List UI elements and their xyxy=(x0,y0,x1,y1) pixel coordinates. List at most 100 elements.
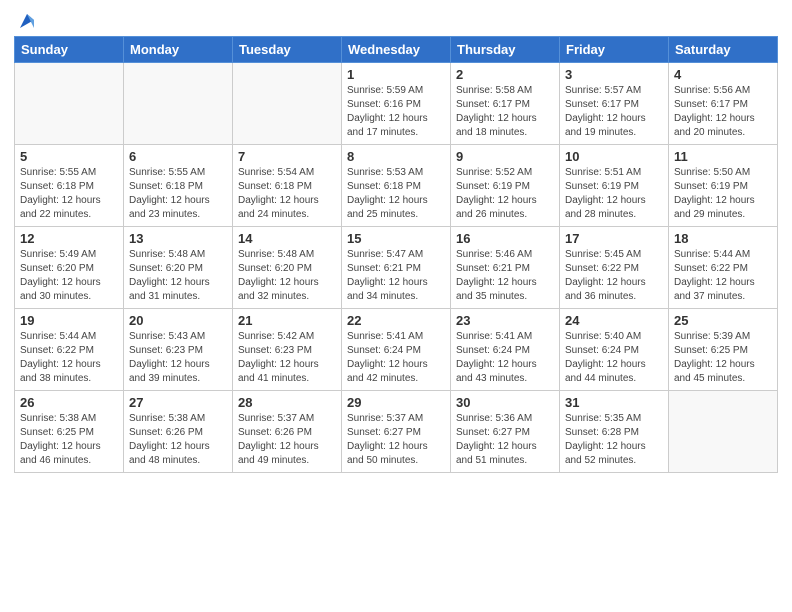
calendar-week-row: 5 Sunrise: 5:55 AM Sunset: 6:18 PM Daylig… xyxy=(15,145,778,227)
day-info: Sunrise: 5:51 AM Sunset: 6:19 PM Dayligh… xyxy=(565,166,663,222)
day-info: Sunrise: 5:56 AM Sunset: 6:17 PM Dayligh… xyxy=(674,84,772,140)
calendar-cell: 26 Sunrise: 5:38 AM Sunset: 6:25 PM Dayli… xyxy=(15,391,124,473)
day-info: Sunrise: 5:38 AM Sunset: 6:26 PM Dayligh… xyxy=(129,412,227,468)
calendar-week-row: 26 Sunrise: 5:38 AM Sunset: 6:25 PM Dayli… xyxy=(15,391,778,473)
day-number: 9 xyxy=(456,149,554,164)
day-number: 24 xyxy=(565,313,663,328)
calendar-cell: 5 Sunrise: 5:55 AM Sunset: 6:18 PM Daylig… xyxy=(15,145,124,227)
day-number: 6 xyxy=(129,149,227,164)
calendar-header-thursday: Thursday xyxy=(451,37,560,63)
calendar-cell: 15Sunrise: 5:47 AM Sunset: 6:21 PM Dayli… xyxy=(342,227,451,309)
day-number: 16 xyxy=(456,231,554,246)
day-info: Sunrise: 5:48 AM Sunset: 6:20 PM Dayligh… xyxy=(129,248,227,304)
day-number: 19 xyxy=(20,313,118,328)
day-number: 22 xyxy=(347,313,445,328)
day-number: 18 xyxy=(674,231,772,246)
day-number: 17 xyxy=(565,231,663,246)
calendar-cell: 1 Sunrise: 5:59 AM Sunset: 6:16 PM Daylig… xyxy=(342,63,451,145)
calendar-cell: 31Sunrise: 5:35 AM Sunset: 6:28 PM Dayli… xyxy=(560,391,669,473)
day-info: Sunrise: 5:41 AM Sunset: 6:24 PM Dayligh… xyxy=(456,330,554,386)
calendar-cell: 21 Sunrise: 5:42 AM Sunset: 6:23 PM Dayli… xyxy=(233,309,342,391)
day-info: Sunrise: 5:59 AM Sunset: 6:16 PM Dayligh… xyxy=(347,84,445,140)
calendar-week-row: 12Sunrise: 5:49 AM Sunset: 6:20 PM Dayli… xyxy=(15,227,778,309)
day-info: Sunrise: 5:48 AM Sunset: 6:20 PM Dayligh… xyxy=(238,248,336,304)
day-number: 30 xyxy=(456,395,554,410)
calendar-header-tuesday: Tuesday xyxy=(233,37,342,63)
day-info: Sunrise: 5:37 AM Sunset: 6:26 PM Dayligh… xyxy=(238,412,336,468)
header xyxy=(14,10,778,30)
day-number: 4 xyxy=(674,67,772,82)
day-number: 3 xyxy=(565,67,663,82)
calendar-cell xyxy=(233,63,342,145)
day-info: Sunrise: 5:54 AM Sunset: 6:18 PM Dayligh… xyxy=(238,166,336,222)
calendar-cell: 23 Sunrise: 5:41 AM Sunset: 6:24 PM Dayli… xyxy=(451,309,560,391)
calendar-week-row: 19Sunrise: 5:44 AM Sunset: 6:22 PM Dayli… xyxy=(15,309,778,391)
day-info: Sunrise: 5:40 AM Sunset: 6:24 PM Dayligh… xyxy=(565,330,663,386)
calendar-cell xyxy=(15,63,124,145)
calendar-cell: 8 Sunrise: 5:53 AM Sunset: 6:18 PM Daylig… xyxy=(342,145,451,227)
day-info: Sunrise: 5:53 AM Sunset: 6:18 PM Dayligh… xyxy=(347,166,445,222)
day-number: 21 xyxy=(238,313,336,328)
calendar-header-monday: Monday xyxy=(124,37,233,63)
calendar-cell: 2Sunrise: 5:58 AM Sunset: 6:17 PM Daylig… xyxy=(451,63,560,145)
day-info: Sunrise: 5:50 AM Sunset: 6:19 PM Dayligh… xyxy=(674,166,772,222)
calendar-cell: 7Sunrise: 5:54 AM Sunset: 6:18 PM Daylig… xyxy=(233,145,342,227)
calendar-cell xyxy=(669,391,778,473)
calendar-cell: 9 Sunrise: 5:52 AM Sunset: 6:19 PM Daylig… xyxy=(451,145,560,227)
day-number: 20 xyxy=(129,313,227,328)
logo-icon xyxy=(16,10,38,32)
calendar-week-row: 1 Sunrise: 5:59 AM Sunset: 6:16 PM Daylig… xyxy=(15,63,778,145)
day-info: Sunrise: 5:45 AM Sunset: 6:22 PM Dayligh… xyxy=(565,248,663,304)
day-info: Sunrise: 5:43 AM Sunset: 6:23 PM Dayligh… xyxy=(129,330,227,386)
calendar-cell: 19Sunrise: 5:44 AM Sunset: 6:22 PM Dayli… xyxy=(15,309,124,391)
day-info: Sunrise: 5:39 AM Sunset: 6:25 PM Dayligh… xyxy=(674,330,772,386)
calendar-cell: 11 Sunrise: 5:50 AM Sunset: 6:19 PM Dayli… xyxy=(669,145,778,227)
day-number: 11 xyxy=(674,149,772,164)
day-info: Sunrise: 5:46 AM Sunset: 6:21 PM Dayligh… xyxy=(456,248,554,304)
calendar-cell: 22 Sunrise: 5:41 AM Sunset: 6:24 PM Dayli… xyxy=(342,309,451,391)
day-info: Sunrise: 5:42 AM Sunset: 6:23 PM Dayligh… xyxy=(238,330,336,386)
day-number: 26 xyxy=(20,395,118,410)
day-info: Sunrise: 5:35 AM Sunset: 6:28 PM Dayligh… xyxy=(565,412,663,468)
day-number: 1 xyxy=(347,67,445,82)
day-number: 8 xyxy=(347,149,445,164)
calendar-cell: 12Sunrise: 5:49 AM Sunset: 6:20 PM Dayli… xyxy=(15,227,124,309)
day-number: 10 xyxy=(565,149,663,164)
day-number: 28 xyxy=(238,395,336,410)
calendar-table: SundayMondayTuesdayWednesdayThursdayFrid… xyxy=(14,36,778,473)
day-info: Sunrise: 5:36 AM Sunset: 6:27 PM Dayligh… xyxy=(456,412,554,468)
day-info: Sunrise: 5:44 AM Sunset: 6:22 PM Dayligh… xyxy=(674,248,772,304)
calendar-header-wednesday: Wednesday xyxy=(342,37,451,63)
day-info: Sunrise: 5:52 AM Sunset: 6:19 PM Dayligh… xyxy=(456,166,554,222)
day-info: Sunrise: 5:55 AM Sunset: 6:18 PM Dayligh… xyxy=(129,166,227,222)
calendar-header-saturday: Saturday xyxy=(669,37,778,63)
calendar-cell: 4 Sunrise: 5:56 AM Sunset: 6:17 PM Daylig… xyxy=(669,63,778,145)
day-info: Sunrise: 5:47 AM Sunset: 6:21 PM Dayligh… xyxy=(347,248,445,304)
day-number: 27 xyxy=(129,395,227,410)
calendar-cell: 16 Sunrise: 5:46 AM Sunset: 6:21 PM Dayli… xyxy=(451,227,560,309)
calendar-cell: 30 Sunrise: 5:36 AM Sunset: 6:27 PM Dayli… xyxy=(451,391,560,473)
calendar-header-row: SundayMondayTuesdayWednesdayThursdayFrid… xyxy=(15,37,778,63)
calendar-cell: 10 Sunrise: 5:51 AM Sunset: 6:19 PM Dayli… xyxy=(560,145,669,227)
calendar-header-sunday: Sunday xyxy=(15,37,124,63)
day-info: Sunrise: 5:55 AM Sunset: 6:18 PM Dayligh… xyxy=(20,166,118,222)
calendar-cell: 6 Sunrise: 5:55 AM Sunset: 6:18 PM Daylig… xyxy=(124,145,233,227)
day-info: Sunrise: 5:41 AM Sunset: 6:24 PM Dayligh… xyxy=(347,330,445,386)
logo xyxy=(14,10,38,30)
day-number: 13 xyxy=(129,231,227,246)
day-info: Sunrise: 5:57 AM Sunset: 6:17 PM Dayligh… xyxy=(565,84,663,140)
calendar-cell: 27 Sunrise: 5:38 AM Sunset: 6:26 PM Dayli… xyxy=(124,391,233,473)
page-container: SundayMondayTuesdayWednesdayThursdayFrid… xyxy=(0,0,792,483)
day-number: 23 xyxy=(456,313,554,328)
calendar-cell: 18 Sunrise: 5:44 AM Sunset: 6:22 PM Dayli… xyxy=(669,227,778,309)
day-number: 5 xyxy=(20,149,118,164)
calendar-cell: 14 Sunrise: 5:48 AM Sunset: 6:20 PM Dayli… xyxy=(233,227,342,309)
day-info: Sunrise: 5:38 AM Sunset: 6:25 PM Dayligh… xyxy=(20,412,118,468)
day-number: 2 xyxy=(456,67,554,82)
calendar-cell: 13 Sunrise: 5:48 AM Sunset: 6:20 PM Dayli… xyxy=(124,227,233,309)
calendar-cell xyxy=(124,63,233,145)
calendar-cell: 28 Sunrise: 5:37 AM Sunset: 6:26 PM Dayli… xyxy=(233,391,342,473)
day-number: 14 xyxy=(238,231,336,246)
day-info: Sunrise: 5:49 AM Sunset: 6:20 PM Dayligh… xyxy=(20,248,118,304)
calendar-cell: 24 Sunrise: 5:40 AM Sunset: 6:24 PM Dayli… xyxy=(560,309,669,391)
